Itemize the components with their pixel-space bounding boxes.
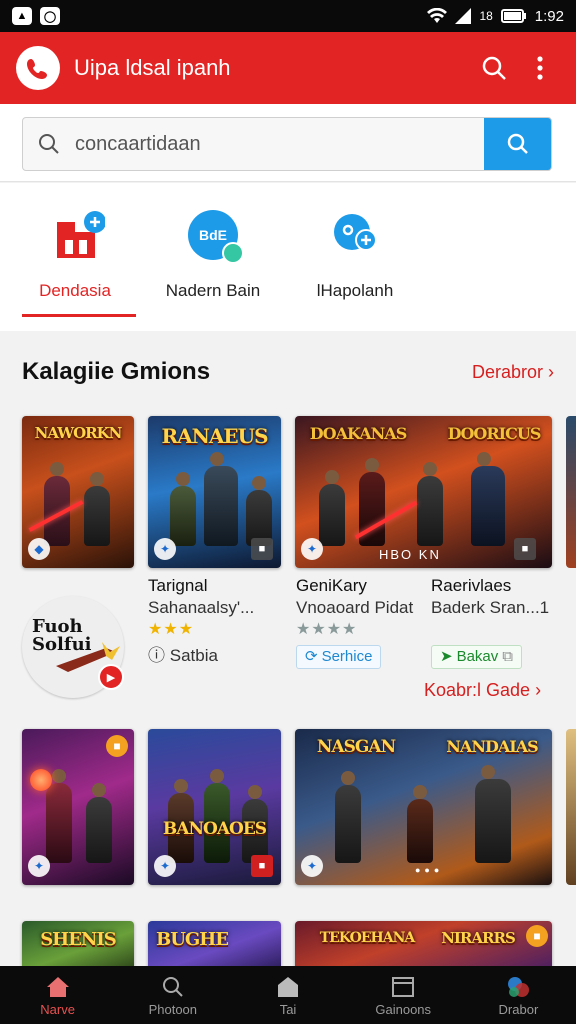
status-bar: ▲ ◯ 18 1:92 — [0, 0, 576, 32]
game-subtitle: Baderk Sran...1 — [431, 598, 550, 617]
section-title: Kalagiie Gmions — [22, 358, 211, 385]
game-card[interactable]: RANAEUS ✦ ■ — [148, 416, 281, 568]
search-input[interactable]: concaartidaan — [75, 133, 484, 156]
tab-lhapolanh[interactable]: lHapolanh — [280, 201, 430, 301]
nav-drabor[interactable]: Drabor — [461, 966, 576, 1024]
tab-label: Nadern Bain — [165, 281, 261, 300]
game-corner-icon: ■ — [526, 925, 548, 947]
more-vert-icon — [537, 56, 543, 80]
search-icon — [507, 133, 528, 154]
game-artwork: NASGAN NANDAIAS ✦ ●●● — [295, 729, 552, 885]
game-card[interactable]: DOAKANAS DOORICUS HBO KN ✦ ■ — [295, 416, 552, 568]
nav-tai[interactable]: Tai — [230, 966, 345, 1024]
clock-icon: ⓘ — [148, 646, 165, 665]
game-card-partial[interactable] — [566, 416, 576, 568]
home-icon — [46, 976, 69, 997]
search-submit-button[interactable] — [484, 118, 551, 170]
game-corner-icon: ■ — [251, 538, 273, 560]
search-field-icon — [39, 134, 59, 154]
game-subtitle: Sahanaalsy'... — [148, 598, 255, 617]
game-artwork: DOAKANAS DOORICUS HBO KN ✦ ■ — [295, 416, 552, 568]
game-card[interactable]: NAWORKN ◆ — [22, 416, 134, 568]
game-subtitle: Vnoaoard Pidat — [296, 598, 414, 617]
more-games-link[interactable]: Koabr:l Gade › — [424, 680, 541, 701]
wifi-icon — [427, 8, 448, 23]
game-artwork: NAWORKN ◆ — [22, 416, 134, 568]
game-badge-icon: ✦ — [154, 538, 176, 560]
category-tabs: Dendasia BdE Nadern Bain lHapolanh — [0, 183, 576, 331]
add-circle-icon — [334, 214, 377, 251]
overflow-menu-button[interactable] — [520, 48, 560, 88]
game-info: GeniKary Vnoaoard Pidat ★★★★ ⟳ Serhice — [296, 575, 413, 669]
tab-label: lHapolanh — [316, 281, 394, 300]
game-title: Raerivlaes — [431, 576, 512, 595]
nav-gainoons[interactable]: Gainoons — [346, 966, 461, 1024]
service-button[interactable]: ⟳ Serhice — [296, 645, 382, 669]
game-card[interactable]: NASGAN NANDAIAS ✦ ●●● — [295, 729, 552, 885]
search-icon — [482, 56, 506, 80]
game-badge-icon: ◆ — [28, 538, 50, 560]
bottom-navigation: Narve Photoon Tai Gainoons Drabor — [0, 966, 576, 1024]
refresh-icon: ⟳ — [305, 648, 318, 665]
app-logo[interactable] — [16, 46, 60, 90]
game-badge-icon: ✦ — [154, 855, 176, 877]
status-time: 1:92 — [534, 7, 564, 25]
game-title: Tarignal — [148, 576, 208, 595]
notification-icon: ▲ — [12, 7, 32, 25]
game-title: GeniKary — [296, 576, 367, 595]
game-card[interactable]: ✦ ■ — [22, 729, 134, 885]
tab-dendasia[interactable]: Dendasia — [0, 201, 150, 301]
tab-nadern-bain[interactable]: BdE Nadern Bain — [138, 201, 288, 301]
app-bar: Uipa ldsal ipanh — [0, 32, 576, 104]
search-button[interactable] — [474, 48, 514, 88]
carousel-dots: ●●● — [415, 865, 444, 875]
section-see-all-link[interactable]: Derabror › — [472, 362, 554, 383]
install-button[interactable]: ➤ Bakav ⧉ — [431, 645, 522, 669]
tab-label: Dendasia — [39, 281, 111, 300]
game-info: Tarignal Sahanaalsy'... ★★★ ⓘ Satbia — [148, 575, 254, 667]
game-badge-icon: ✦ — [301, 538, 323, 560]
phone-logo-icon — [27, 59, 47, 79]
game-meta: ⓘ Satbia — [148, 646, 218, 665]
promo-badge-icon: ▶ — [98, 664, 124, 690]
nav-home[interactable]: Narve — [0, 966, 115, 1024]
expand-icon: ⧉ — [502, 648, 513, 665]
window-icon — [392, 976, 415, 997]
star-rating: ★★★ — [148, 621, 195, 638]
apps-icon — [508, 976, 530, 997]
game-card-partial[interactable] — [566, 729, 576, 885]
app-title: Uipa ldsal ipanh — [74, 55, 231, 80]
nav-photoon[interactable]: Photoon — [115, 966, 230, 1024]
game-corner-icon: ■ — [106, 735, 128, 757]
battery-percent: 18 — [479, 9, 493, 23]
game-artwork: RANAEUS ✦ ■ — [148, 416, 281, 568]
search-area: concaartidaan — [0, 104, 576, 182]
star-rating: ★★★★ — [296, 621, 358, 638]
tab-indicator — [22, 314, 136, 317]
search-box: concaartidaan — [22, 117, 552, 171]
arrow-icon: ➤ — [440, 648, 453, 665]
game-artwork: BANOAOES ✦ ■ — [148, 729, 281, 885]
game-corner-icon: ■ — [514, 538, 536, 560]
signal-icon — [455, 8, 472, 24]
game-badge-icon: ✦ — [28, 855, 50, 877]
gift-icon — [57, 211, 105, 258]
section-header: Kalagiie Gmions Derabror › — [22, 358, 554, 386]
whatsapp-icon: ◯ — [40, 7, 60, 25]
battery-icon — [500, 9, 526, 23]
home-alt-icon — [278, 976, 298, 997]
game-badge-icon: ✦ — [301, 855, 323, 877]
game-card[interactable]: BANOAOES ✦ ■ — [148, 729, 281, 885]
tab-badge-icon: BdE — [188, 210, 244, 264]
game-info: Raerivlaes Baderk Sran...1 ➤ Bakav ⧉ — [431, 575, 549, 669]
promo-avatar[interactable]: Fuoh Solfui ▶ — [22, 596, 124, 698]
game-corner-icon: ■ — [251, 855, 273, 877]
search-icon — [162, 976, 183, 997]
game-artwork: ✦ ■ — [22, 729, 134, 885]
